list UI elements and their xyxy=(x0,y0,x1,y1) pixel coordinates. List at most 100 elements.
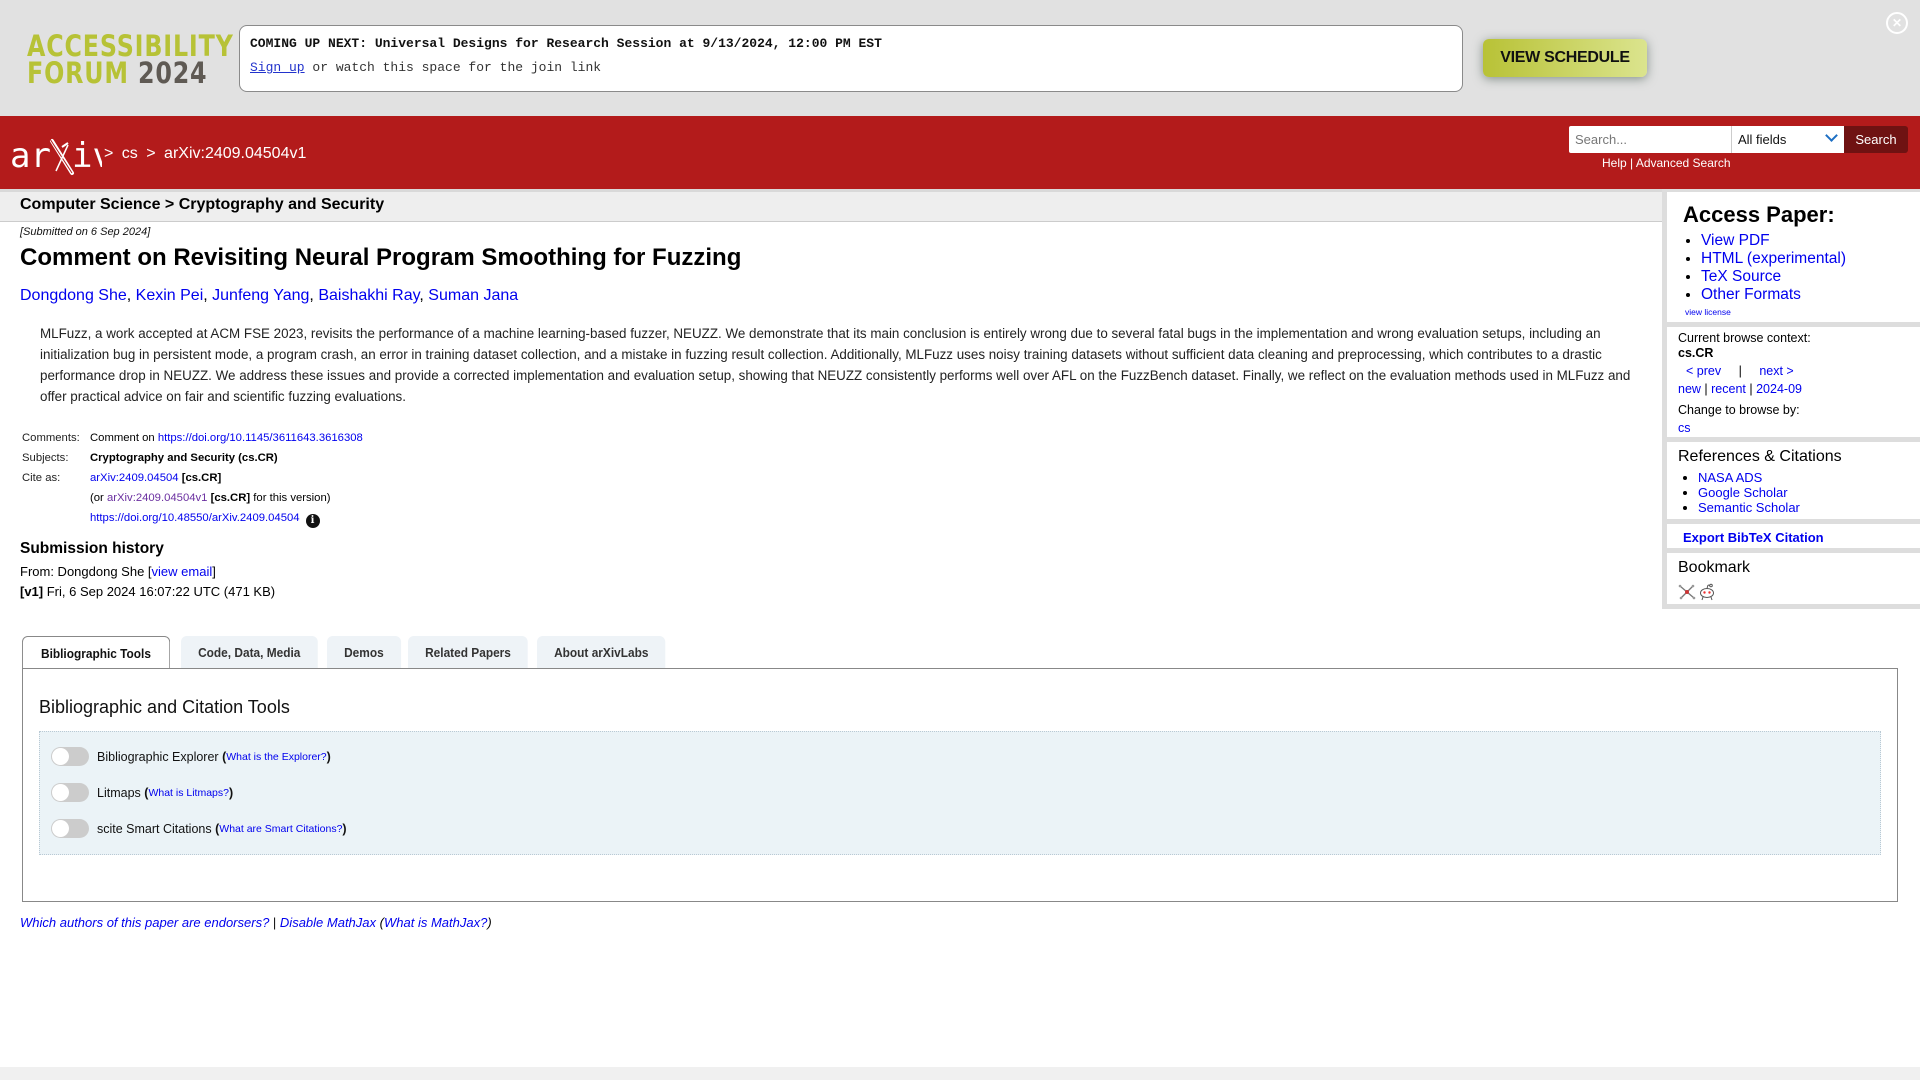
bookmark-icons xyxy=(1678,583,1716,606)
accessibility-forum-banner: ACCESSIBILITY FORUM 2024 COMING UP NEXT:… xyxy=(0,0,1920,116)
view-email-link[interactable]: view email xyxy=(152,564,213,579)
meta-label: Comments: xyxy=(22,432,80,444)
view-license-link[interactable]: view license xyxy=(1685,307,1731,317)
toggle-knob xyxy=(52,784,69,801)
tex-source-link[interactable]: TeX Source xyxy=(1701,268,1781,285)
paren: ) xyxy=(487,915,492,930)
submission-date: [Submitted on 6 Sep 2024] xyxy=(20,226,151,238)
change-browse-label: Change to browse by: xyxy=(1678,403,1800,417)
prev-link[interactable]: < prev xyxy=(1686,364,1721,378)
bibliographic-explorer-toggle[interactable] xyxy=(51,747,89,766)
svg-text:iv: iv xyxy=(72,136,102,176)
tool-row-scite: scite Smart Citations (What are Smart Ci… xyxy=(51,819,347,838)
export-bibtex-link[interactable]: Export BibTeX Citation xyxy=(1683,530,1824,545)
pipe: | xyxy=(1745,382,1757,396)
tool-label: Bibliographic Explorer xyxy=(97,749,219,764)
meta-row-subjects: Subjects: Cryptography and Security (cs.… xyxy=(22,452,363,472)
breadcrumb: > cs > arXiv:2409.04504v1 xyxy=(104,145,310,163)
help-link[interactable]: Help xyxy=(1602,156,1627,170)
search-input[interactable] xyxy=(1569,126,1731,153)
semantic-scholar-link[interactable]: Semantic Scholar xyxy=(1698,500,1800,515)
info-icon[interactable]: i xyxy=(305,513,320,528)
author-link[interactable]: Suman Jana xyxy=(428,287,518,304)
submitter-prefix: From: Dongdong She [ xyxy=(20,564,152,579)
meta-label: Cite as: xyxy=(22,472,61,484)
tab-related-papers[interactable]: Related Papers xyxy=(408,636,529,669)
meta-row-cite: Cite as: arXiv:2409.04504 [cs.CR] xyxy=(22,472,363,492)
view-schedule-button[interactable]: VIEW SCHEDULE xyxy=(1483,39,1647,77)
bibsonomy-icon[interactable] xyxy=(1678,583,1696,606)
access-paper-box: Access Paper: View PDF HTML (experimenta… xyxy=(1662,189,1920,327)
cite-or: (or xyxy=(90,492,107,504)
tool-help-link[interactable]: What is the Explorer? xyxy=(226,751,326,763)
recent-link[interactable]: recent xyxy=(1711,382,1746,396)
next-link[interactable]: next > xyxy=(1759,364,1793,378)
version-tag: [v1] xyxy=(20,584,44,599)
author-link[interactable]: Dongdong She xyxy=(20,287,127,304)
author-link[interactable]: Baishakhi Ray xyxy=(318,287,419,304)
tool-row-bibliographic-explorer: Bibliographic Explorer (What is the Expl… xyxy=(51,747,331,766)
references-box: References & Citations NASA ADS Google S… xyxy=(1662,442,1920,524)
close-icon[interactable]: ✕ xyxy=(1886,12,1908,34)
logo-line2: FORUM xyxy=(27,56,129,90)
view-pdf-link[interactable]: View PDF xyxy=(1701,232,1770,249)
metadata-table: Comments: Comment on https://doi.org/10.… xyxy=(22,432,363,532)
crumb-sep: > xyxy=(146,145,156,162)
crumb-cs[interactable]: cs xyxy=(122,145,138,162)
export-bibtex-box: Export BibTeX Citation xyxy=(1662,524,1920,553)
panel-title: Bibliographic and Citation Tools xyxy=(39,697,290,717)
toggle-knob xyxy=(52,820,69,837)
author-list: Dongdong She, Kexin Pei, Junfeng Yang, B… xyxy=(20,287,519,304)
reddit-icon[interactable] xyxy=(1698,583,1716,606)
cite-version-link[interactable]: arXiv:2409.04504v1 xyxy=(107,492,208,504)
tab-demos[interactable]: Demos xyxy=(327,636,402,669)
subject-breadcrumb: Computer Science > Cryptography and Secu… xyxy=(0,189,1662,222)
author-link[interactable]: Junfeng Yang xyxy=(212,287,309,304)
browse-cs-link[interactable]: cs xyxy=(1678,421,1691,435)
tool-row-litmaps: Litmaps (What is Litmaps?) xyxy=(51,783,233,802)
tool-help-link[interactable]: What is Litmaps? xyxy=(148,787,229,799)
tab-bibliographic-tools[interactable]: Bibliographic Tools xyxy=(22,636,170,670)
advanced-search-link[interactable]: Advanced Search xyxy=(1636,156,1731,170)
doi-link[interactable]: https://doi.org/10.48550/arXiv.2409.0450… xyxy=(90,512,300,524)
month-link[interactable]: 2024-09 xyxy=(1756,382,1802,396)
crumb-sep: > xyxy=(104,145,114,162)
labs-tabs: Bibliographic Tools Code, Data, Media De… xyxy=(22,636,676,670)
context-value: cs.CR xyxy=(1678,346,1714,360)
tool-label: Litmaps xyxy=(97,785,141,800)
nasa-ads-link[interactable]: NASA ADS xyxy=(1698,470,1762,485)
disable-mathjax-link[interactable]: Disable MathJax xyxy=(280,915,376,930)
litmaps-toggle[interactable] xyxy=(51,783,89,802)
submission-history-heading: Submission history xyxy=(20,540,164,557)
author-link[interactable]: Kexin Pei xyxy=(136,287,204,304)
meta-row-comments: Comments: Comment on https://doi.org/10.… xyxy=(22,432,363,452)
comments-prefix: Comment on xyxy=(90,432,158,444)
other-formats-link[interactable]: Other Formats xyxy=(1701,286,1801,303)
page-bottom-strip xyxy=(0,1067,1920,1080)
arxiv-logo[interactable]: ar iv xyxy=(10,136,102,176)
tool-help-link[interactable]: What are Smart Citations? xyxy=(219,823,342,835)
announcement-rest: or watch this space for the join link xyxy=(304,60,602,75)
change-browse-links: cs xyxy=(1678,421,1691,435)
search-field-select[interactable]: All fields xyxy=(1731,126,1844,153)
announcement-box: COMING UP NEXT: Universal Designs for Re… xyxy=(239,25,1463,92)
paren: ( xyxy=(376,915,384,930)
endorsers-link[interactable]: Which authors of this paper are endorser… xyxy=(20,915,269,930)
cite-id-link[interactable]: arXiv:2409.04504 xyxy=(90,472,179,484)
search-button[interactable]: Search xyxy=(1844,126,1908,153)
html-experimental-link[interactable]: HTML (experimental) xyxy=(1701,250,1846,267)
comments-doi-link[interactable]: https://doi.org/10.1145/3611643.3616308 xyxy=(158,432,363,444)
version-info: Fri, 6 Sep 2024 16:07:22 UTC (471 KB) xyxy=(43,584,276,599)
submitter-line: From: Dongdong She [view email] xyxy=(20,564,275,579)
new-link[interactable]: new xyxy=(1678,382,1701,396)
tab-panel-bibliographic-tools: Bibliographic and Citation Tools Bibliog… xyxy=(22,668,1898,902)
scite-toggle[interactable] xyxy=(51,819,89,838)
tab-code-data-media[interactable]: Code, Data, Media xyxy=(180,636,318,669)
sign-up-link[interactable]: Sign up xyxy=(250,60,305,75)
google-scholar-link[interactable]: Google Scholar xyxy=(1698,485,1788,500)
submission-history: Submission history From: Dongdong She [v… xyxy=(20,540,275,599)
what-is-mathjax-link[interactable]: What is MathJax? xyxy=(384,915,487,930)
tools-box: Bibliographic Explorer (What is the Expl… xyxy=(39,731,1881,855)
footer-links: Which authors of this paper are endorser… xyxy=(20,915,492,930)
tab-about-arxivlabs[interactable]: About arXivLabs xyxy=(537,636,666,669)
